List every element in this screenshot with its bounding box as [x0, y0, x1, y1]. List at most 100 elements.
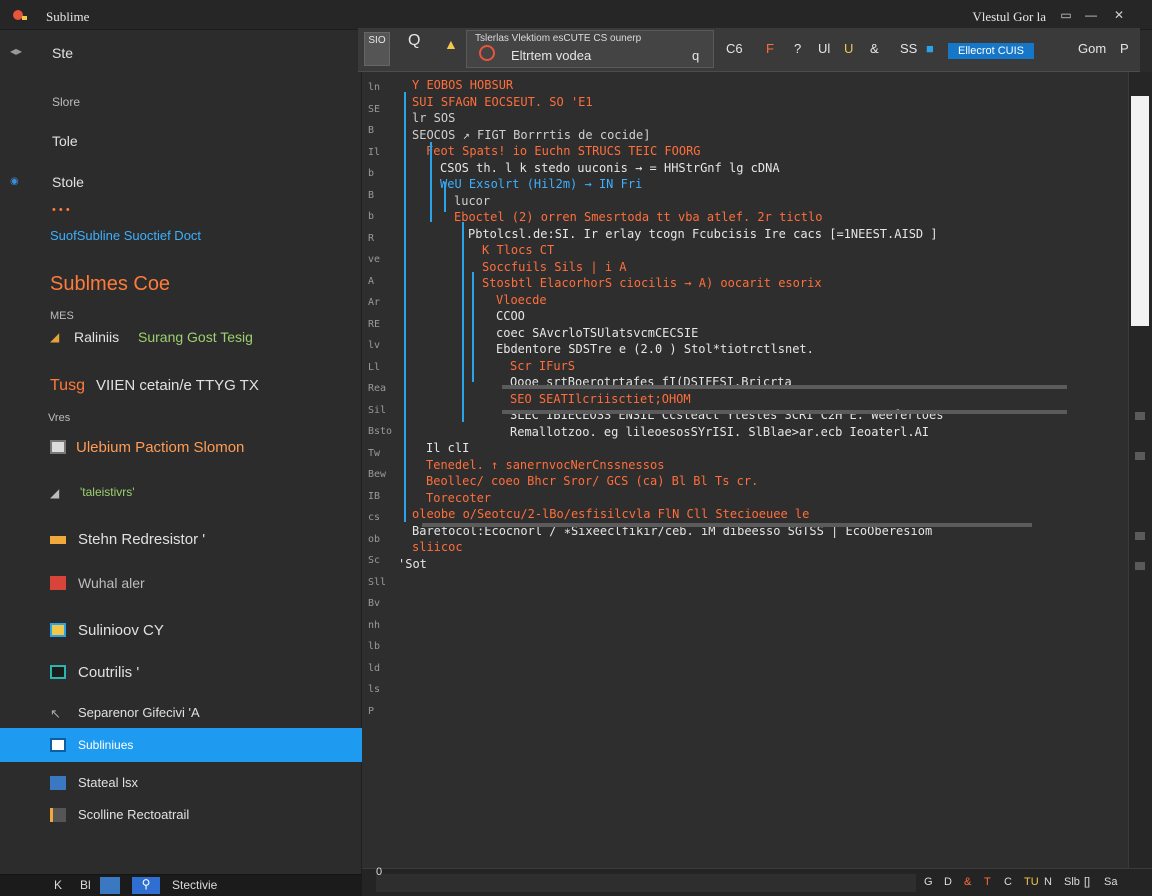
- status-input[interactable]: 0: [376, 866, 916, 892]
- code-line[interactable]: sliicoc: [412, 540, 463, 554]
- line-number: RE: [368, 318, 381, 330]
- status-item[interactable]: T: [984, 876, 991, 888]
- code-line[interactable]: oleobe o/Seotcu/2-lBo/esfisilcvla FlN Cl…: [412, 507, 809, 521]
- toolbar-button-ul[interactable]: Ul: [818, 41, 830, 56]
- code-line[interactable]: CSOS th. l k stedo uuconis → = HHStrGnf …: [440, 161, 780, 175]
- line-number: b: [368, 211, 375, 222]
- code-line[interactable]: Scr IFurS: [510, 359, 575, 373]
- toolbar-button-help[interactable]: ?: [794, 41, 801, 56]
- status-item[interactable]: TU: [1024, 876, 1039, 888]
- status-bar: 0 G D & T C TU N Slb [] Sa: [362, 866, 1152, 896]
- code-line[interactable]: Torecoter: [426, 491, 491, 505]
- status-item[interactable]: C: [1004, 876, 1012, 888]
- file-item-9[interactable]: Scolline Rectoatrail: [0, 800, 362, 830]
- sidebar-item-label: Tole: [52, 133, 78, 149]
- status-item[interactable]: G: [924, 876, 933, 888]
- code-line[interactable]: Eboctel (2) orren Smesrtoda tt vba atlef…: [454, 210, 822, 224]
- sidebar-item-slore[interactable]: Slore: [0, 88, 362, 118]
- status-item[interactable]: []: [1084, 876, 1090, 888]
- toolbar-button-f[interactable]: F: [766, 41, 774, 56]
- code-line[interactable]: Soccfuils Sils | i A: [482, 260, 627, 274]
- code-line[interactable]: 'Sot: [398, 557, 427, 571]
- sidebar-item-stole[interactable]: ◉ Stole: [0, 167, 362, 197]
- toolbar-button-q[interactable]: Q: [408, 32, 420, 50]
- code-line[interactable]: Y EOBOS HOBSUR: [412, 78, 513, 92]
- sidebar-item-label: Raliniis: [74, 329, 120, 345]
- file-item-6[interactable]: ↖ Separenor Gifecivi 'A: [0, 698, 362, 728]
- person-icon[interactable]: ⚲: [132, 877, 160, 894]
- code-line[interactable]: SUI SFAGN EOCSEUT. SO 'E1: [412, 95, 593, 109]
- code-line[interactable]: Ebdentore SDSTre e (2.0 ) Stol*tiotrctls…: [496, 342, 814, 356]
- toolbar-button-u[interactable]: U: [844, 41, 853, 56]
- grid-icon[interactable]: [100, 877, 120, 894]
- toolbar-button-p[interactable]: P: [1120, 41, 1129, 56]
- toolbar-button-amp[interactable]: &: [870, 41, 879, 56]
- code-line[interactable]: WeU Exsolrt (Hil2m) → IN Fri: [440, 177, 642, 191]
- scroll-thumb[interactable]: [1131, 96, 1149, 326]
- line-gutter: ln SE B Il b Bb Rve A Ar RE lv Ll Rea Sil Bsto Tw Bew IB c…: [362, 72, 392, 868]
- edit-icon: [50, 623, 66, 637]
- code-line[interactable]: SEO SEATIlcriisctiet;OHOM: [510, 392, 691, 406]
- window-right-label: Vlestul Gor la: [972, 9, 1046, 24]
- code-line[interactable]: SEOCOS ↗ FIGT Borrrtis de cocide]: [412, 128, 650, 142]
- line-number: ln: [368, 82, 381, 93]
- code-line[interactable]: CCOO: [496, 309, 525, 323]
- code-line[interactable]: Pbtolcsl.de:SI. Ir erlay tcogn Fcubcisis…: [468, 227, 938, 241]
- close-button[interactable]: ✕: [1108, 6, 1130, 24]
- file-item-5[interactable]: Coutrilis ': [0, 657, 362, 687]
- sidebar-item-tusg[interactable]: Tusg VIIEN cetain/e TTYG TX: [0, 370, 362, 400]
- code-line[interactable]: coec SAvcrloTSUlatsvcmCECSIE: [496, 326, 698, 340]
- toolbar-button-run[interactable]: ▲: [444, 36, 458, 52]
- file-label: Scolline Rectoatrail: [78, 807, 190, 822]
- file-label: Wuhal aler: [78, 575, 145, 591]
- vertical-scrollbar[interactable]: [1128, 72, 1152, 868]
- file-item-4[interactable]: Sulinioov CY: [0, 615, 362, 645]
- status-item[interactable]: &: [964, 876, 971, 888]
- toolbar-button-square[interactable]: ■: [926, 41, 934, 56]
- title-bar: Sublime Vlestul Gor la ▭ — ✕: [0, 0, 1152, 30]
- footer-item[interactable]: Stectivie: [172, 878, 217, 892]
- toolbar-button-ss[interactable]: SS: [900, 41, 917, 56]
- code-line[interactable]: Stosbtl ElacorhorS ciocilis → A) oocarit…: [482, 276, 822, 290]
- file-item-0[interactable]: Ulebium Pactiom Slomon: [0, 432, 362, 462]
- toolbar-button-sio[interactable]: SIO: [364, 32, 390, 66]
- status-item[interactable]: Sa: [1104, 876, 1117, 888]
- code-line[interactable]: Il clI: [426, 441, 469, 455]
- code-line[interactable]: Vloecde: [496, 293, 547, 307]
- indent-guide: [430, 142, 432, 222]
- sidebar-item-tole[interactable]: Tole: [0, 126, 362, 156]
- status-item[interactable]: D: [944, 876, 952, 888]
- code-editor[interactable]: ln SE B Il b Bb Rve A Ar RE lv Ll Rea Sil Bsto Tw Bew IB c…: [362, 72, 1128, 868]
- code-line[interactable]: lucor: [454, 194, 490, 208]
- file-item-7-selected[interactable]: Subliniues: [0, 728, 362, 762]
- tab-title: Tslerlas Vlektiom esCUTE CS ounerp: [475, 33, 642, 44]
- sidebar-item-site[interactable]: ◂▸ Ste: [0, 38, 362, 68]
- toolbar-button-q2[interactable]: q: [692, 48, 699, 63]
- scroll-mark: [1135, 562, 1145, 570]
- footer-item[interactable]: K: [54, 878, 62, 892]
- indent-guide: [444, 182, 446, 212]
- line-number: Tw: [368, 447, 381, 459]
- sidebar-item-raliniis[interactable]: ◢ Raliniis Surang Gost Tesig: [0, 322, 362, 352]
- file-item-1[interactable]: ◢ 'taleistivrs': [0, 478, 362, 508]
- toolbar-select[interactable]: Ellecrot CUIS: [948, 43, 1034, 59]
- minimize-button[interactable]: —: [1080, 6, 1102, 24]
- toolbar-button-c6[interactable]: C6: [726, 41, 743, 56]
- code-line[interactable]: lr SOS: [412, 111, 455, 125]
- code-line[interactable]: Beollec/ coeo Bhcr Sror/ GCS (ca) Bl Bl …: [426, 474, 758, 488]
- tab-active-file[interactable]: Tslerlas Vlektiom esCUTE CS ounerp Eltrt…: [466, 30, 714, 68]
- code-line[interactable]: Remallotzoo. eg lileoesosSYrISI. SlBlae>…: [510, 425, 929, 439]
- code-line[interactable]: K Tlocs CT: [482, 243, 554, 257]
- status-item[interactable]: Slb: [1064, 876, 1080, 888]
- code-line[interactable]: Tenedel. ↑ sanernvocNerCnssnessos: [426, 458, 664, 472]
- project-link[interactable]: SuofSubline Suoctief Doct: [50, 228, 201, 243]
- line-number: Sll: [368, 576, 387, 588]
- file-item-3[interactable]: Wuhal aler: [0, 568, 362, 598]
- file-item-2[interactable]: Stehn Redresistor ': [0, 524, 362, 554]
- status-item[interactable]: N: [1044, 876, 1052, 888]
- toolbar-button-gom[interactable]: Gom: [1078, 41, 1106, 56]
- file-item-8[interactable]: Stateal lsx: [0, 768, 362, 798]
- footer-item[interactable]: Bl: [80, 878, 91, 892]
- restore-button[interactable]: ▭: [1055, 6, 1077, 24]
- code-line[interactable]: Feot Spats! io Euchn STRUCS TEIC FOORG: [426, 144, 701, 158]
